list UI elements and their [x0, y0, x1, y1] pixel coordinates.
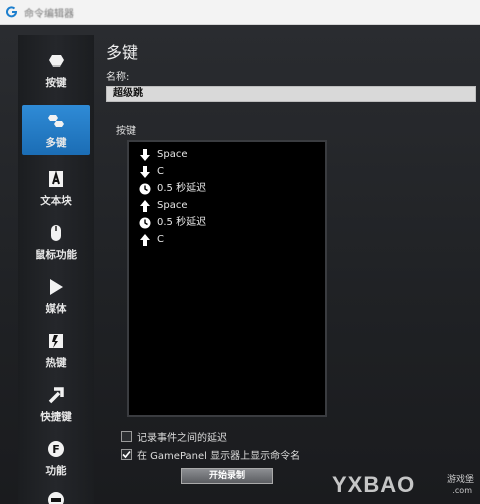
title-bar: 命令编辑器 — [0, 0, 480, 25]
sidebar-item-label: 快捷键 — [40, 411, 72, 423]
record-delay-checkbox[interactable]: 记录事件之间的延迟 — [121, 429, 293, 444]
sidebar-item-label: 热键 — [45, 357, 67, 369]
name-label: 名称: — [106, 72, 130, 83]
sidebar-item-text-block[interactable]: 文本块 — [22, 163, 90, 213]
sidebar-item-label: 多键 — [45, 137, 67, 149]
checkmark-icon — [122, 450, 131, 459]
watermark-sub: 游戏堡 — [446, 475, 474, 485]
checkbox-label: 记录事件之间的延迟 — [137, 433, 227, 444]
text-block-icon — [49, 170, 63, 187]
command-type-sidebar: 按键 多键 文本块 鼠标功能 媒体 热键 快捷键 F 功能 — [18, 35, 94, 504]
sidebar-item-mouse-function[interactable]: 鼠标功能 — [22, 217, 90, 267]
sidebar-item-multikey[interactable]: 多键 — [22, 105, 90, 155]
watermark-brand: YXBAO — [332, 472, 416, 497]
sidebar-item-label: 按键 — [45, 77, 67, 89]
shortcut-arrow-icon — [48, 387, 64, 404]
svg-text:F: F — [52, 443, 60, 456]
keys-label: 按键 — [116, 126, 136, 137]
sidebar-item-label: 文本块 — [40, 195, 72, 207]
watermark-site: .com — [452, 486, 472, 495]
sidebar-item-label: 鼠标功能 — [35, 249, 77, 261]
arrow-down-icon — [140, 166, 150, 178]
sidebar-item-shortcut[interactable]: 快捷键 — [22, 379, 90, 429]
key-icon — [49, 55, 64, 67]
mouse-icon — [51, 225, 61, 241]
sidebar-item-label: 媒体 — [45, 303, 67, 315]
keystroke-list[interactable]: Space C 0.5 秒延迟 Space 0.5 秒延迟 C — [127, 140, 327, 417]
play-icon — [50, 279, 63, 295]
sidebar-item-hotkey[interactable]: 热键 — [22, 325, 90, 375]
sidebar-item-function[interactable]: F 功能 — [22, 433, 90, 483]
function-icon: F — [48, 441, 64, 457]
arrow-down-icon — [140, 149, 150, 161]
checkbox-label: 在 GamePanel 显示器上显示命令名 — [137, 451, 301, 462]
window-title: 命令编辑器 — [24, 9, 74, 20]
sidebar-item-label: 功能 — [45, 465, 67, 477]
hotkey-icon — [49, 334, 63, 348]
multikey-icon — [48, 115, 64, 127]
command-editor: 按键 多键 文本块 鼠标功能 媒体 热键 快捷键 F 功能 多键 名称: 超级跳… — [0, 25, 480, 504]
checkbox-box[interactable] — [121, 449, 132, 460]
arrow-up-icon — [140, 234, 150, 246]
page-title: 多键 — [106, 43, 139, 62]
show-gamepanel-checkbox[interactable]: 在 GamePanel 显示器上显示命令名 — [121, 447, 321, 462]
sidebar-item-media[interactable]: 媒体 — [22, 271, 90, 321]
sidebar-item-keystroke[interactable]: 按键 — [22, 45, 90, 95]
checkbox-box[interactable] — [121, 431, 132, 442]
sidebar-item-gamepanel[interactable] — [22, 487, 90, 504]
logitech-logo-icon — [6, 6, 18, 18]
gamepanel-icon — [48, 492, 64, 504]
clock-icon — [139, 217, 151, 229]
start-recording-button[interactable]: 开始录制 — [181, 468, 273, 484]
watermark: YXBAO 游戏堡 .com — [332, 470, 474, 500]
arrow-up-icon — [140, 200, 150, 212]
name-field[interactable]: 超级跳 — [106, 86, 476, 102]
clock-icon — [139, 183, 151, 195]
